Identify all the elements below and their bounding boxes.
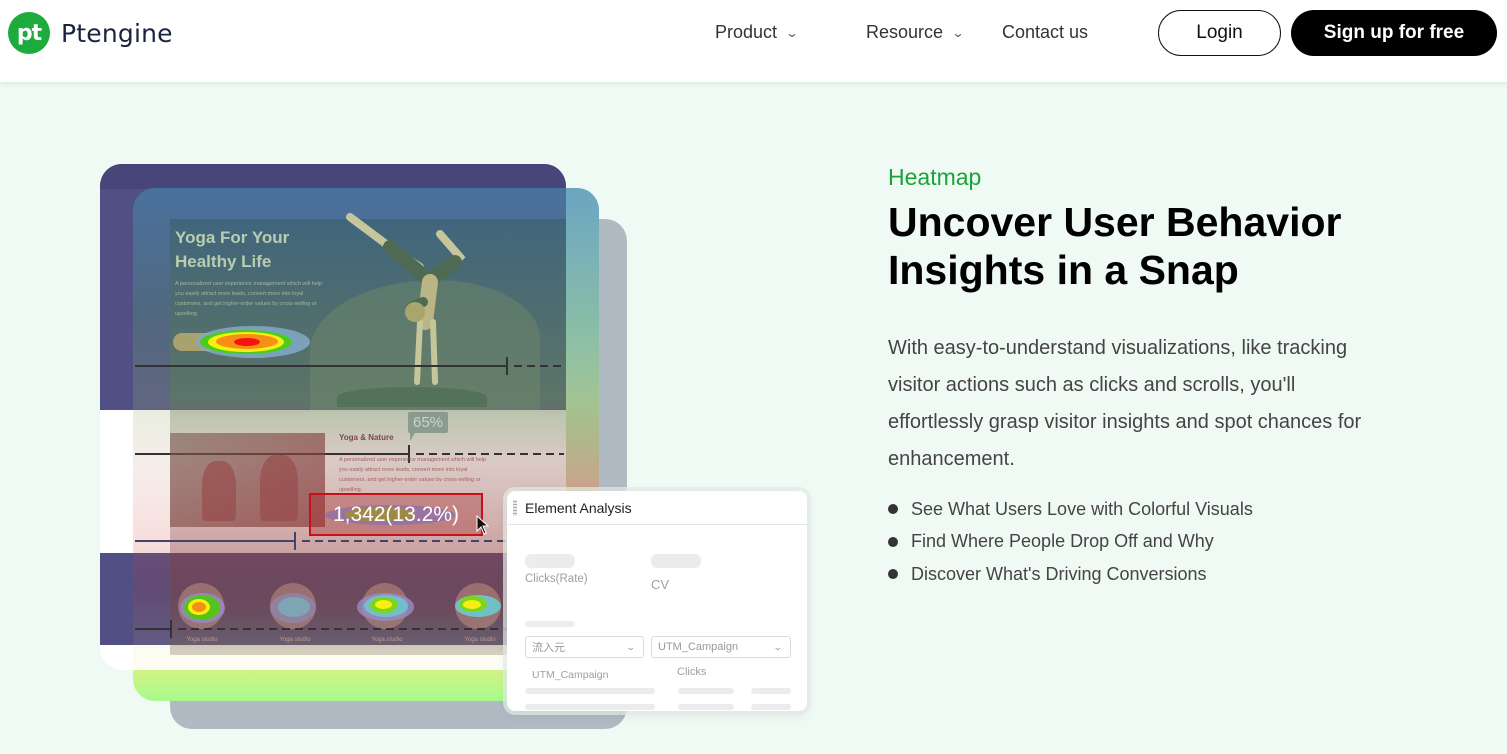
nav-resource[interactable]: Resource ⌄ [866,22,965,43]
table-header-campaign: UTM_Campaign [532,669,609,681]
scroll-marker-1 [506,357,508,375]
chevron-down-icon: ⌄ [626,641,637,652]
bullet-icon [888,536,898,547]
preview-section-title: Yoga & Nature [339,433,394,442]
feature-item: See What Users Love with Colorful Visual… [888,493,1253,526]
nav-resource-label: Resource [866,22,944,42]
skeleton-row [678,688,734,694]
hero-description: With easy-to-understand visualizations, … [888,337,1362,470]
circle-heat [375,600,392,609]
skeleton-value [651,554,701,568]
click-stat-box: 1,342(13.2%) [309,493,483,536]
element-analysis-title: Element Analysis [525,499,632,516]
section-eyebrow: Heatmap [888,164,982,190]
skeleton-row [751,688,791,694]
photo-person [202,461,236,521]
source-select[interactable]: 流入元 ⌄ [525,636,644,658]
nav-contact-label: Contact us [1002,22,1089,42]
table-header-clicks: Clicks [677,666,707,678]
skeleton-value [525,554,575,568]
drag-handle-icon[interactable] [513,499,517,516]
feature-text: Find Where People Drop Off and Why [911,531,1214,552]
photo-person [260,455,298,521]
scroll-marker-3 [294,532,296,550]
logo-text: Ptengine [61,18,173,48]
source-select-value: 流入元 [532,642,565,654]
page-title: Uncover User Behavior Insights in a Snap [888,199,1342,293]
skeleton-row [751,704,791,710]
nav-product-label: Product [715,22,778,42]
bullet-icon [888,504,898,515]
bullet-icon [888,569,898,580]
scroll-reach-badge: 65% [408,412,448,441]
circle-label: Yoga studio [279,637,311,643]
preview-section-photo [170,433,325,527]
metric-label-clicks: Clicks(Rate) [525,573,588,585]
scroll-dash-1 [514,365,564,367]
login-button[interactable]: Login [1158,10,1281,56]
site-header: pt Ptengine Product ⌄ Resource ⌄ Contact… [0,0,1507,82]
front-top-bar [100,164,566,189]
metric-label-cv: CV [651,577,670,592]
feature-text: Discover What's Driving Conversions [911,563,1207,584]
utm-select-value: UTM_Campaign [658,641,739,653]
element-analysis-card: Element Analysis Clicks(Rate) CV 流入元 ⌄ U… [507,491,807,711]
skeleton-row [678,704,734,710]
scroll-line-1 [135,365,507,367]
nav-contact[interactable]: Contact us [1002,22,1088,43]
scroll-line-4 [135,628,171,630]
element-analysis-header: Element Analysis [507,491,807,525]
feature-text: See What Users Love with Colorful Visual… [911,498,1253,519]
skeleton-row [525,688,655,694]
preview-page-desc: A personalized user experience managemen… [175,281,323,317]
preview-page-title: Yoga For Your Healthy Life [175,226,305,274]
feature-item: Find Where People Drop Off and Why [888,526,1253,559]
circle-heat [278,597,310,617]
circle-heat [192,602,206,612]
signup-button[interactable]: Sign up for free [1291,10,1497,56]
chevron-down-icon: ⌄ [773,641,784,652]
circle-label: Yoga studio [186,637,218,643]
chevron-down-icon: ⌄ [785,25,799,40]
scroll-line-3 [135,540,295,542]
chevron-down-icon: ⌄ [951,25,965,40]
feature-list: See What Users Love with Colorful Visual… [888,493,1253,591]
circle-label: Yoga studio [464,637,496,643]
skeleton-row [525,704,655,710]
logo[interactable]: pt Ptengine [8,12,173,54]
scroll-marker-4 [170,620,172,638]
heatmap-illustration: Yoga For Your Healthy Life A personalize… [0,0,860,754]
feature-item: Discover What's Driving Conversions [888,558,1253,591]
click-heat-red [234,338,260,346]
scroll-reach-value: 65% [412,414,444,431]
circle-heat [463,600,481,609]
skeleton-bar [525,621,575,627]
click-stat-text: 1,342(13.2%) [332,502,460,526]
mouse-cursor-icon [476,515,490,535]
nav-product[interactable]: Product ⌄ [715,22,799,43]
logo-mark-icon: pt [8,12,50,54]
utm-select[interactable]: UTM_Campaign ⌄ [651,636,791,658]
preview-section-desc: A personalized user experience managemen… [339,457,487,493]
circle-label: Yoga studio [371,637,403,643]
preview-page-title-text: Yoga For Your Healthy Life [175,228,290,271]
